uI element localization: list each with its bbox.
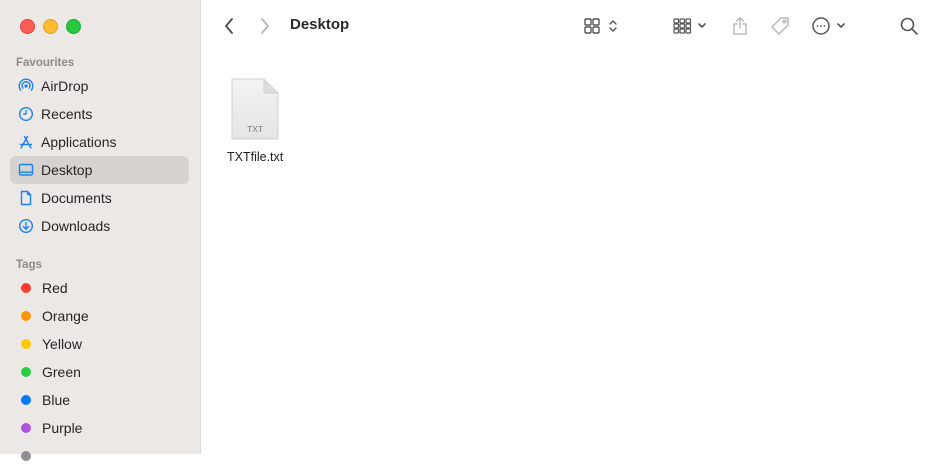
zoom-button[interactable] [66, 19, 81, 34]
finder-window: Favourites AirDrop Recents Applications … [0, 0, 936, 461]
purple-tag-dot-icon [21, 423, 31, 433]
sidebar-item-applications[interactable]: Applications [10, 128, 189, 156]
sidebar-tag-blue[interactable]: Blue [10, 386, 189, 414]
forward-button[interactable] [257, 14, 273, 38]
minimize-button[interactable] [43, 19, 58, 34]
tags-list: Red Orange Yellow Green Blue Purple [10, 274, 189, 470]
sidebar-item-label: Applications [41, 134, 117, 150]
applications-icon [18, 134, 34, 150]
window-title: Desktop [290, 16, 350, 33]
share-icon [733, 16, 747, 35]
tag-icon [771, 17, 789, 35]
share-button[interactable] [731, 14, 749, 38]
sidebar: Favourites AirDrop Recents Applications … [0, 0, 201, 461]
tag-label: Orange [42, 308, 89, 324]
sidebar-tag-red[interactable]: Red [10, 274, 189, 302]
more-actions-button[interactable] [811, 14, 849, 38]
tag-label: Yellow [42, 336, 82, 352]
icon-grid-view-icon [584, 18, 617, 34]
tag-label: Red [42, 280, 68, 296]
sidebar-item-label: Documents [41, 190, 112, 206]
sidebar-tag-orange[interactable]: Orange [10, 302, 189, 330]
desktop-icon [18, 162, 34, 178]
document-icon [18, 190, 34, 206]
ellipsis-circle-icon [812, 17, 845, 35]
yellow-tag-dot-icon [21, 339, 31, 349]
main-content: Desktop TXT TXTfile.txt [201, 0, 936, 454]
favourites-section-title: Favourites [16, 57, 75, 69]
green-tag-dot-icon [21, 367, 31, 377]
file-item[interactable]: TXT TXTfile.txt [227, 78, 283, 164]
sidebar-item-recents[interactable]: Recents [10, 100, 189, 128]
tag-button[interactable] [769, 14, 791, 38]
tag-label: Green [42, 364, 81, 380]
clock-icon [18, 106, 34, 122]
view-mode-button[interactable] [583, 14, 621, 38]
sidebar-tag-purple[interactable]: Purple [10, 414, 189, 442]
group-by-button[interactable] [673, 14, 711, 38]
tags-section-title: Tags [16, 259, 42, 271]
file-name: TXTfile.txt [227, 150, 284, 164]
sidebar-tag-yellow[interactable]: Yellow [10, 330, 189, 358]
sidebar-item-label: Desktop [41, 162, 93, 178]
sidebar-item-label: AirDrop [41, 78, 89, 94]
chevron-right-icon [261, 18, 269, 34]
sidebar-tag-green[interactable]: Green [10, 358, 189, 386]
favourites-list: AirDrop Recents Applications Desktop Doc… [10, 72, 189, 240]
sidebar-item-airdrop[interactable]: AirDrop [10, 72, 189, 100]
group-grid-icon [673, 18, 706, 34]
sidebar-item-label: Recents [41, 106, 93, 122]
gray-tag-dot-icon [21, 451, 31, 461]
window-controls [20, 19, 81, 34]
sidebar-item-desktop[interactable]: Desktop [10, 156, 189, 184]
orange-tag-dot-icon [21, 311, 31, 321]
sidebar-item-label: Downloads [41, 218, 111, 234]
sidebar-item-documents[interactable]: Documents [10, 184, 189, 212]
toolbar: Desktop [201, 0, 936, 52]
search-icon [900, 17, 918, 35]
download-icon [18, 218, 34, 234]
chevron-left-icon [225, 18, 233, 34]
airdrop-icon [18, 78, 34, 94]
tag-label: Blue [42, 392, 71, 408]
close-button[interactable] [20, 19, 35, 34]
txt-file-icon: TXT [230, 78, 280, 140]
search-button[interactable] [899, 14, 919, 38]
back-button[interactable] [221, 14, 237, 38]
sidebar-item-downloads[interactable]: Downloads [10, 212, 189, 240]
tag-label: Purple [42, 420, 83, 436]
sidebar-tag-partial[interactable] [10, 442, 189, 470]
red-tag-dot-icon [21, 283, 31, 293]
blue-tag-dot-icon [21, 395, 31, 405]
file-type-badge: TXT [247, 124, 264, 134]
